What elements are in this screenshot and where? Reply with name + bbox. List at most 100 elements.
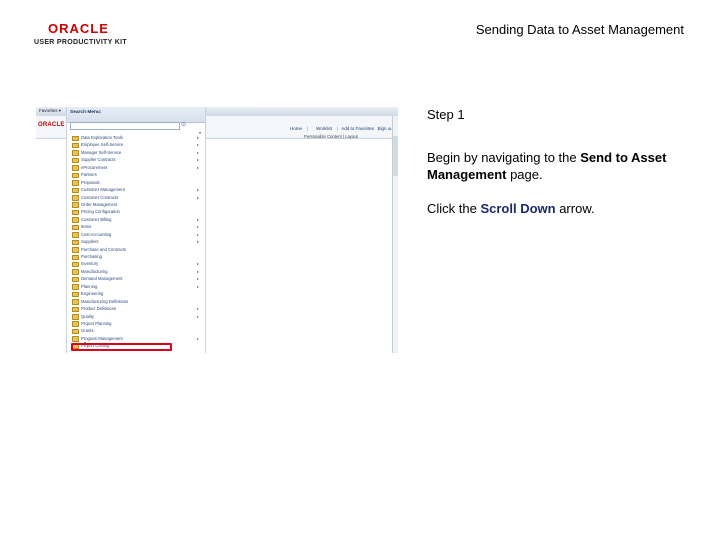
menu-item[interactable]: Cost Accounting ▸ bbox=[71, 231, 203, 238]
folder-icon bbox=[72, 269, 79, 275]
menu-item[interactable]: Employee Self-Service ▸ bbox=[71, 141, 203, 149]
folder-icon bbox=[72, 336, 79, 342]
menu-item-label: Customer Management bbox=[81, 187, 125, 193]
menu-item[interactable]: Purchasing bbox=[71, 253, 203, 260]
menu-item[interactable]: Project Planning bbox=[71, 320, 203, 327]
menu-item-label: Employee Self-Service bbox=[81, 142, 124, 148]
menu-item-label: Partners bbox=[81, 172, 97, 178]
submenu-arrow-icon: ▸ bbox=[197, 335, 200, 341]
instruction-text: page. bbox=[506, 167, 543, 182]
menu-item-label: Manager Self-Service bbox=[81, 149, 122, 155]
search-menu-label: Search Menu: bbox=[70, 110, 102, 115]
folder-icon bbox=[72, 254, 79, 260]
menu-item-label: Customer Contracts bbox=[81, 194, 119, 200]
submenu-arrow-icon: ▸ bbox=[197, 194, 200, 200]
menu-item-label: Purchasing bbox=[81, 254, 102, 259]
menu-item-label: Customer Billing bbox=[81, 216, 112, 222]
folder-icon bbox=[72, 157, 79, 164]
document-title: Sending Data to Asset Management bbox=[475, 22, 684, 37]
menu-item-label: Quality bbox=[81, 313, 95, 319]
menu-item[interactable]: Product Definitions ▸ bbox=[71, 305, 203, 313]
menu-item-label: Suppliers bbox=[81, 239, 99, 245]
menu-item-label: Order Management bbox=[81, 201, 118, 207]
menu-item-label: Grants bbox=[81, 328, 94, 334]
menu-item-label: Program Management bbox=[81, 335, 123, 341]
menu-item-label: Planning bbox=[81, 283, 98, 289]
menu-item[interactable]: Items ▸ bbox=[71, 223, 203, 231]
nav-home[interactable]: Home bbox=[290, 126, 302, 131]
menu-item[interactable]: Data Exploration Tools ▸ bbox=[71, 134, 203, 141]
instruction-text: Click the bbox=[427, 201, 481, 216]
menu-item[interactable]: Customer Contracts ▸ bbox=[71, 194, 203, 201]
menu-item[interactable]: eProcurement ▸ bbox=[71, 164, 203, 171]
menu-item[interactable]: Manufacturing Definitions bbox=[71, 298, 203, 305]
nav-separator: | bbox=[306, 126, 308, 131]
logo-oracle-text: ORACLE bbox=[48, 21, 109, 36]
folder-icon bbox=[72, 247, 79, 253]
menu-item[interactable]: Suppliers ▸ bbox=[71, 238, 203, 246]
folder-icon bbox=[72, 321, 79, 327]
main-menu-panel: Search Menu: ⊙ ▾ Data Exploration Tools ▸… bbox=[66, 107, 206, 353]
submenu-arrow-icon: ▸ bbox=[197, 216, 200, 222]
menu-item[interactable]: Purchase and Contracts bbox=[71, 246, 203, 253]
menu-item[interactable]: Demand Management ▸ bbox=[71, 275, 203, 283]
menu-item[interactable]: Proposals bbox=[71, 179, 203, 186]
nav-add-to-favorites[interactable]: Add to Favorites bbox=[341, 126, 374, 131]
submenu-arrow-icon: ▸ bbox=[197, 313, 200, 319]
step-number: Step 1 bbox=[427, 107, 465, 122]
folder-icon bbox=[72, 276, 79, 283]
menu-item[interactable]: Planning ▸ bbox=[71, 283, 203, 290]
menu-item[interactable]: Manufacturing ▸ bbox=[71, 268, 203, 275]
folder-icon bbox=[72, 306, 79, 313]
menu-item-label: Cost Accounting bbox=[81, 231, 112, 237]
search-go-icon[interactable]: ⊙ bbox=[181, 121, 186, 128]
menu-item[interactable]: Program Management ▸ bbox=[71, 335, 203, 342]
folder-icon bbox=[72, 150, 79, 156]
submenu-arrow-icon: ▸ bbox=[197, 239, 200, 245]
scroll-down-highlight bbox=[71, 343, 172, 351]
folder-icon bbox=[72, 239, 79, 246]
menu-item[interactable]: Pricing Configuration bbox=[71, 208, 203, 216]
menu-item[interactable]: Grants bbox=[71, 327, 203, 335]
menu-item-label: Manufacturing bbox=[81, 268, 108, 274]
menu-item-label: Items bbox=[81, 224, 92, 230]
folder-icon bbox=[72, 187, 79, 194]
submenu-arrow-icon: ▸ bbox=[197, 306, 200, 312]
scrollbar-thumb[interactable] bbox=[393, 136, 398, 176]
menu-item-label: eProcurement bbox=[81, 164, 108, 170]
app-oracle-logo: ORACLE bbox=[38, 122, 65, 128]
menu-item[interactable]: Manager Self-Service ▸ bbox=[71, 149, 203, 156]
personalize-link[interactable]: Personalize Content | Layout bbox=[304, 134, 358, 139]
menu-item[interactable]: Customer Billing ▸ bbox=[71, 216, 203, 223]
menu-item[interactable]: Engineering bbox=[71, 290, 203, 298]
submenu-arrow-icon: ▸ bbox=[197, 268, 200, 274]
folder-icon bbox=[72, 180, 79, 186]
submenu-arrow-icon: ▸ bbox=[197, 276, 200, 282]
folder-icon bbox=[72, 202, 79, 208]
menu-item-label: Purchase and Contracts bbox=[81, 246, 126, 252]
folder-icon bbox=[72, 284, 79, 290]
folder-icon bbox=[72, 232, 79, 238]
menu-item[interactable]: Quality ▸ bbox=[71, 313, 203, 320]
menu-item-label: Data Exploration Tools bbox=[81, 135, 123, 140]
nav-worklist[interactable]: Worklist bbox=[316, 126, 332, 131]
folder-icon bbox=[72, 209, 79, 216]
menu-item-label: Inventory bbox=[81, 261, 99, 267]
submenu-arrow-icon: ▸ bbox=[197, 142, 200, 148]
search-menu-input[interactable] bbox=[70, 122, 180, 130]
page-scrollbar[interactable] bbox=[392, 116, 398, 353]
menu-item[interactable]: Order Management bbox=[71, 201, 203, 208]
scroll-down-arrow-icon[interactable]: ▾ bbox=[84, 340, 86, 345]
folder-icon bbox=[72, 172, 79, 179]
menu-item[interactable]: Partners bbox=[71, 171, 203, 179]
favorites-menu[interactable]: Favorites ▾ bbox=[39, 108, 61, 114]
menu-item-label: Supplier Contracts bbox=[81, 157, 116, 163]
menu-item[interactable]: Customer Management ▸ bbox=[71, 186, 203, 194]
application-screenshot: Favorites ▾ Main Menu ▾ Home | Worklist … bbox=[36, 107, 398, 353]
folder-icon bbox=[72, 261, 79, 268]
menu-item[interactable]: Supplier Contracts ▸ bbox=[71, 156, 203, 164]
submenu-arrow-icon: ▸ bbox=[197, 261, 200, 267]
submenu-arrow-icon: ▸ bbox=[197, 164, 200, 170]
menu-item[interactable]: Inventory ▸ bbox=[71, 260, 203, 268]
folder-icon bbox=[72, 291, 79, 298]
